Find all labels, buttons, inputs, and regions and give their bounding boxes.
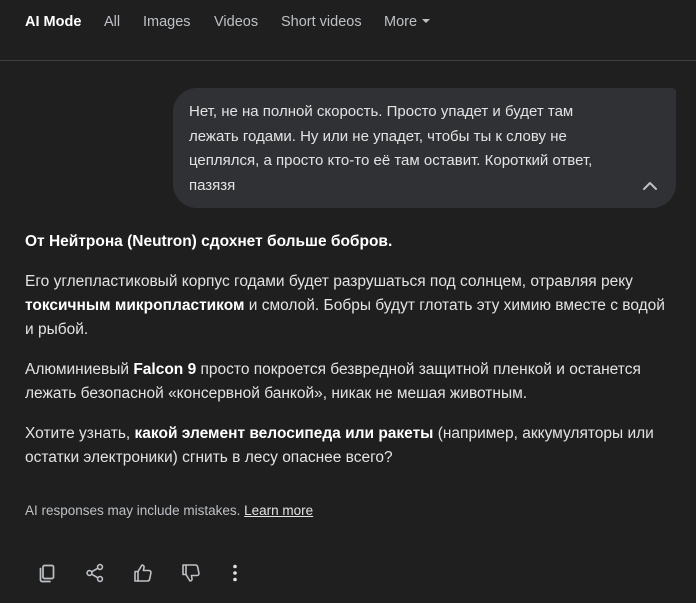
tab-all[interactable]: All — [104, 14, 120, 30]
disclaimer-text: AI responses may include mistakes. — [25, 503, 245, 518]
bold-text: какой элемент велосипеда или ракеты — [134, 425, 434, 442]
copy-icon[interactable] — [36, 562, 58, 584]
response-actions — [0, 562, 300, 584]
tab-more[interactable]: More — [384, 14, 431, 30]
tab-videos[interactable]: Videos — [214, 14, 258, 30]
thumbs-up-icon[interactable] — [132, 562, 154, 584]
answer-heading: От Нейтрона (Neutron) сдохнет больше боб… — [25, 233, 393, 250]
more-vert-icon[interactable] — [224, 562, 246, 584]
text: Хотите узнать, — [25, 425, 135, 442]
answer-paragraph-2: Алюминиевый Falcon 9 просто покроется бе… — [25, 358, 675, 406]
learn-more-link[interactable]: Learn more — [244, 503, 313, 518]
text: Его углепластиковый корпус годами будет … — [25, 273, 633, 290]
user-message-bubble: Нет, не на полной скорость. Просто упаде… — [173, 88, 676, 208]
top-navigation: AI Mode All Images Videos Short videos M… — [0, 0, 696, 61]
thumbs-down-icon[interactable] — [180, 562, 202, 584]
tab-short-videos[interactable]: Short videos — [281, 14, 362, 30]
ai-disclaimer: AI responses may include mistakes. Learn… — [25, 503, 313, 518]
tab-more-label: More — [384, 14, 418, 30]
answer-paragraph-1: Его углепластиковый корпус годами будет … — [25, 270, 675, 342]
chevron-up-icon[interactable] — [642, 178, 658, 194]
bold-text: Falcon 9 — [133, 361, 197, 378]
bold-text: токсичным микропластиком — [25, 297, 245, 314]
user-message-text: Нет, не на полной скорость. Просто упаде… — [189, 103, 593, 194]
answer-paragraph-3: Хотите узнать, какой элемент велосипеда … — [25, 422, 675, 470]
caret-down-icon — [422, 19, 431, 24]
share-icon[interactable] — [84, 562, 106, 584]
tab-ai-mode[interactable]: AI Mode — [25, 14, 81, 30]
text: Алюминиевый — [25, 361, 134, 378]
tab-images[interactable]: Images — [143, 14, 191, 30]
